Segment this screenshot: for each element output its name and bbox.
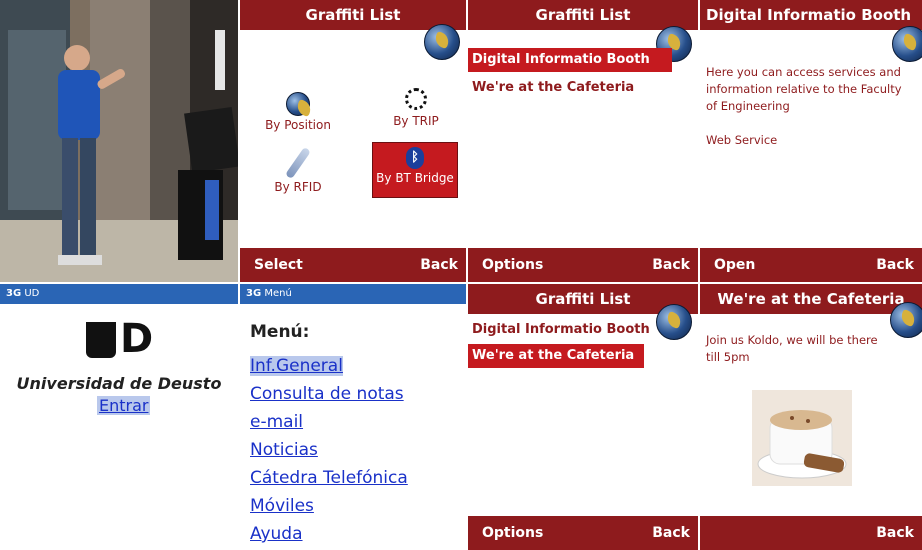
booth-detail-screen: Digital Informatio Booth Here you can ac… [700, 0, 922, 282]
by-rfid-button[interactable]: By RFID [258, 146, 338, 194]
globe-logo-icon [890, 302, 922, 338]
graffiti-list-screen-2: Graffiti List Digital Informatio Booth W… [468, 284, 698, 550]
softkey-bar: Back [700, 516, 922, 550]
softkey-bar: Options Back [468, 516, 698, 550]
coffee-image [752, 390, 852, 486]
screen-header: Digital Informatio Booth [700, 0, 922, 30]
globe-icon [286, 92, 310, 116]
menu-item-ayuda[interactable]: Ayuda [250, 524, 303, 544]
university-name: Universidad de Deusto [16, 374, 222, 393]
list-item-booth[interactable]: Digital Informatio Booth [468, 48, 672, 72]
status-bar: 3G UD [0, 284, 238, 304]
cafeteria-detail-screen: We're at the Cafeteria Join us Koldo, we… [700, 284, 922, 550]
photo-panel [0, 0, 238, 282]
by-bt-bridge-button[interactable]: ᛒ By BT Bridge [372, 142, 458, 198]
deusto-login-screen: 3G UD D Universidad de Deusto Entrar [0, 284, 238, 550]
back-softkey[interactable]: Back [876, 257, 914, 273]
softkey-bar: Options Back [468, 248, 698, 282]
screen-header: We're at the Cafeteria [700, 284, 922, 314]
menu-screen: 3G Menú Menú: Inf.General Consulta de no… [240, 284, 466, 550]
bluetooth-icon: ᛒ [406, 147, 424, 169]
graffiti-buttons-screen: Graffiti List By Position By TRIP By RFI… [240, 0, 466, 282]
options-softkey[interactable]: Options [482, 257, 543, 273]
globe-logo-icon [892, 26, 922, 62]
list-item-cafeteria[interactable]: We're at the Cafeteria [468, 76, 692, 100]
options-softkey[interactable]: Options [482, 525, 543, 541]
menu-item-email[interactable]: e-mail [250, 412, 303, 432]
by-position-button[interactable]: By Position [258, 92, 338, 140]
trip-target-icon [405, 88, 427, 110]
by-trip-button[interactable]: By TRIP [376, 88, 456, 138]
rfid-wand-icon [284, 146, 312, 180]
enter-link[interactable]: Entrar [97, 396, 151, 415]
network-indicator: 3G [246, 288, 262, 299]
ud-shield-icon [86, 322, 116, 358]
status-title: UD [24, 288, 40, 299]
screen-header: Graffiti List [468, 0, 698, 30]
back-softkey[interactable]: Back [652, 257, 690, 273]
graffiti-list-screen-1: Graffiti List Digital Informatio Booth W… [468, 0, 698, 282]
back-softkey[interactable]: Back [420, 257, 458, 273]
cafeteria-message: Join us Koldo, we will be there till 5pm [706, 333, 878, 364]
status-bar: 3G Menú [240, 284, 466, 304]
softkey-bar: Open Back [700, 248, 922, 282]
back-softkey[interactable]: Back [652, 525, 690, 541]
open-softkey[interactable]: Open [714, 257, 755, 273]
list-item-cafeteria[interactable]: We're at the Cafeteria [468, 344, 644, 368]
globe-logo-icon [424, 24, 460, 60]
menu-item-consulta-notas[interactable]: Consulta de notas [250, 384, 404, 404]
list-item-booth[interactable]: Digital Informatio Booth [468, 318, 682, 342]
photo-image [0, 0, 238, 282]
web-service-link[interactable]: Web Service [706, 132, 914, 149]
menu-item-inf-general[interactable]: Inf.General [250, 356, 343, 376]
menu-title: Menú: [250, 322, 310, 342]
ud-letter-d: D [120, 316, 154, 362]
network-indicator: 3G [6, 288, 22, 299]
ud-logo: D [86, 316, 158, 362]
menu-item-catedra[interactable]: Cátedra Telefónica [250, 468, 408, 488]
status-title: Menú [264, 288, 292, 299]
menu-item-noticias[interactable]: Noticias [250, 440, 318, 460]
select-softkey[interactable]: Select [254, 257, 303, 273]
menu-item-moviles[interactable]: Móviles [250, 496, 314, 516]
booth-description: Here you can access services and informa… [706, 65, 902, 113]
back-softkey[interactable]: Back [876, 525, 914, 541]
softkey-bar: Select Back [240, 248, 466, 282]
